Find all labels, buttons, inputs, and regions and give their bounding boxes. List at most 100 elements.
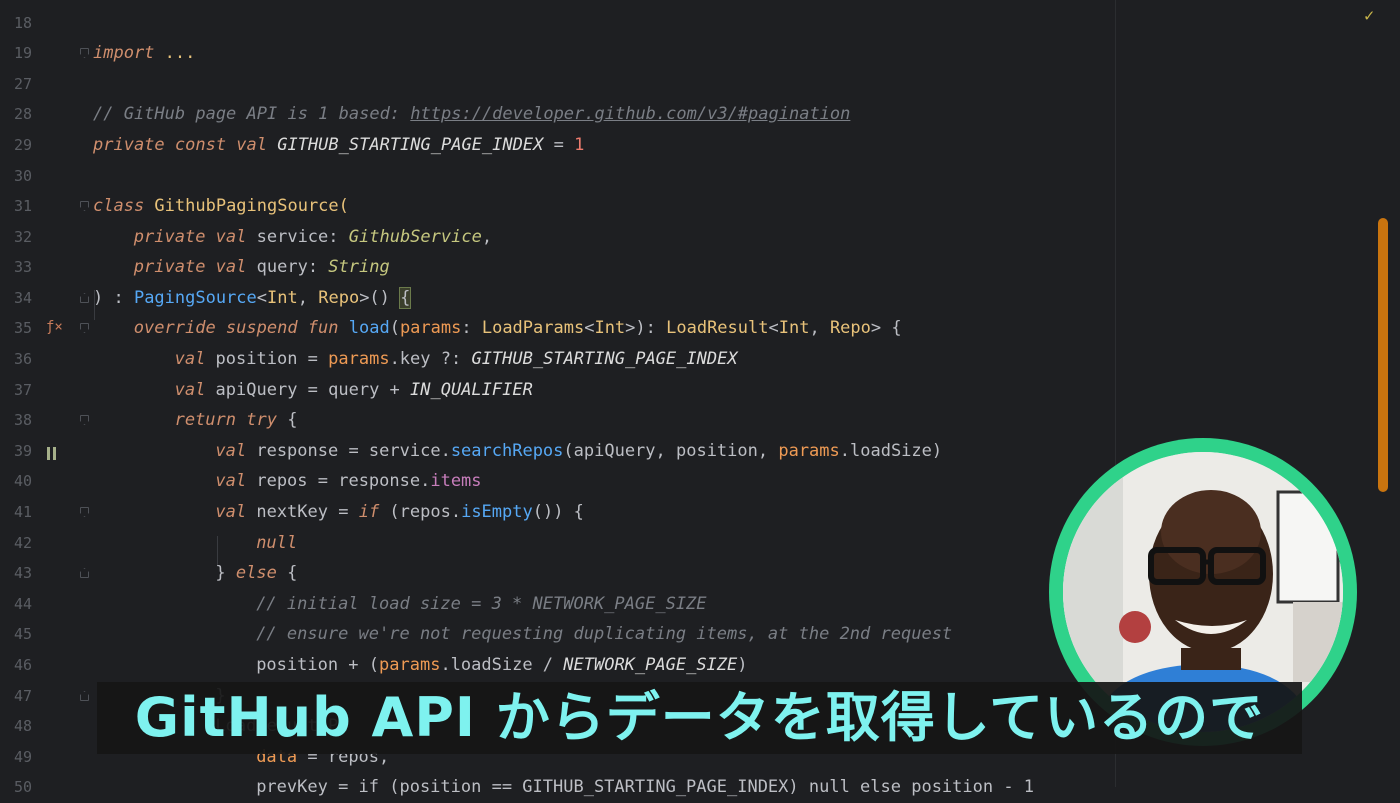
code-text: null [256, 528, 297, 559]
code-token: Repo [829, 318, 871, 338]
code-line-38[interactable]: 38 return try { [0, 405, 1380, 436]
fold-toggle-icon[interactable] [80, 323, 89, 333]
code-token: class [93, 196, 155, 216]
code-token: prevKey = if (position == GITHUB_STARTIN… [256, 777, 1035, 797]
code-line-34[interactable]: 34 ) : PagingSource<Int, Repo>() { [0, 283, 1380, 314]
code-line-50[interactable]: 50 prevKey = if (position == GITHUB_START… [0, 772, 1380, 803]
code-token: : [328, 227, 349, 247]
line-number[interactable]: 19 [0, 38, 32, 69]
code-line-37[interactable]: 37 val apiQuery = query + IN_QUALIFIER [0, 375, 1380, 406]
code-token: if [358, 502, 390, 522]
line-number[interactable]: 49 [0, 742, 32, 773]
fold-toggle-icon[interactable] [80, 691, 89, 701]
code-token: val [215, 441, 257, 461]
line-number[interactable]: 33 [0, 252, 32, 283]
code-token: >): [625, 318, 667, 338]
line-number[interactable]: 45 [0, 619, 32, 650]
override-function-icon[interactable]: ƒ× [46, 319, 63, 335]
line-number[interactable]: 28 [0, 99, 32, 130]
code-token: params [778, 441, 840, 461]
line-number[interactable]: 38 [0, 405, 32, 436]
line-number[interactable]: 41 [0, 497, 32, 528]
code-token: response = service. [256, 441, 451, 461]
code-token: { [399, 287, 412, 309]
code-token: override suspend fun [133, 318, 349, 338]
code-text: private val service: GithubService, [134, 222, 492, 253]
code-line-36[interactable]: 36 val position = params.key ?: GITHUB_ST… [0, 344, 1380, 375]
line-number[interactable]: 48 [0, 711, 32, 742]
code-line-29[interactable]: 29 private const val GITHUB_STARTING_PAGE… [0, 130, 1380, 161]
code-token: Int [778, 318, 810, 338]
fold-toggle-icon[interactable] [80, 415, 89, 425]
code-token: val [174, 380, 216, 400]
code-line-28[interactable]: 28 // GitHub page API is 1 based: https:/… [0, 99, 1380, 130]
code-text: import ... [93, 38, 195, 69]
line-number[interactable]: 43 [0, 558, 32, 589]
code-token: .loadSize / [440, 655, 564, 675]
code-token: service [256, 227, 329, 247]
code-token: GITHUB_STARTING_PAGE_INDEX [471, 349, 738, 369]
line-number[interactable]: 37 [0, 375, 32, 406]
line-number[interactable]: 18 [0, 8, 32, 39]
code-line-32[interactable]: 32 private val service: GithubService, [0, 222, 1380, 253]
code-token: position + ( [256, 655, 380, 675]
line-number[interactable]: 34 [0, 283, 32, 314]
fold-toggle-icon[interactable] [80, 201, 89, 211]
code-text: override suspend fun load(params: LoadPa… [134, 313, 902, 344]
code-token: import [93, 43, 155, 63]
line-number[interactable]: 42 [0, 528, 32, 559]
code-text: private const val GITHUB_STARTING_PAGE_I… [93, 130, 584, 161]
fold-toggle-icon[interactable] [80, 48, 89, 58]
code-token: { [287, 410, 298, 430]
code-token: ()) { [532, 502, 584, 522]
code-line-33[interactable]: 33 private val query: String [0, 252, 1380, 283]
line-number[interactable]: 32 [0, 222, 32, 253]
code-line-27[interactable]: 27 [0, 69, 1380, 100]
code-token: : [461, 318, 482, 338]
line-number[interactable]: 47 [0, 681, 32, 712]
code-token: NETWORK_PAGE_SIZE [563, 655, 738, 675]
code-text: val repos = response.items [215, 466, 481, 497]
line-number[interactable]: 36 [0, 344, 32, 375]
code-token: .key ?: [389, 349, 472, 369]
line-number[interactable]: 30 [0, 161, 32, 192]
line-number[interactable]: 27 [0, 69, 32, 100]
code-token: val [215, 502, 257, 522]
code-token: apiQuery = query + [215, 380, 411, 400]
fold-toggle-icon[interactable] [80, 507, 89, 517]
code-token: items [430, 471, 482, 491]
line-number[interactable]: 29 [0, 130, 32, 161]
breakpoint-pause-icon[interactable] [47, 445, 59, 460]
code-token: load [348, 318, 390, 338]
code-token: nextKey = [256, 502, 359, 522]
line-number[interactable]: 31 [0, 191, 32, 222]
line-number[interactable]: 50 [0, 772, 32, 803]
code-token: private const val [93, 135, 278, 155]
code-line-19[interactable]: 19 import ... [0, 38, 1380, 69]
line-number[interactable]: 46 [0, 650, 32, 681]
line-number[interactable]: 40 [0, 466, 32, 497]
line-number[interactable]: 44 [0, 589, 32, 620]
code-line-31[interactable]: 31 class GithubPagingSource( [0, 191, 1380, 222]
code-token: } [215, 563, 236, 583]
code-line-18[interactable]: 18 [0, 8, 1380, 39]
code-token: params [328, 349, 390, 369]
inspection-ok-icon[interactable]: ✓ [1364, 6, 1374, 26]
code-line-35[interactable]: 35 ƒ× override suspend fun load(params: Lo… [0, 313, 1380, 344]
code-token: position = [215, 349, 329, 369]
code-line-30[interactable]: 30 [0, 161, 1380, 192]
code-text: ) : PagingSource<Int, Repo>() { [93, 283, 412, 314]
line-number[interactable]: 35 [0, 313, 32, 344]
code-token: Int [594, 318, 626, 338]
code-token: { [287, 563, 298, 583]
code-text: // initial load size = 3 * NETWORK_PAGE_… [256, 589, 706, 620]
fold-toggle-icon[interactable] [80, 568, 89, 578]
fold-toggle-icon[interactable] [80, 293, 89, 303]
code-text: } else { [215, 558, 297, 589]
line-number[interactable]: 39 [0, 436, 32, 467]
code-token: , [481, 227, 493, 247]
code-token: params [399, 318, 462, 338]
code-token: searchRepos [450, 441, 564, 461]
code-token: , [297, 288, 319, 308]
vertical-scrollbar-thumb[interactable] [1378, 218, 1388, 492]
